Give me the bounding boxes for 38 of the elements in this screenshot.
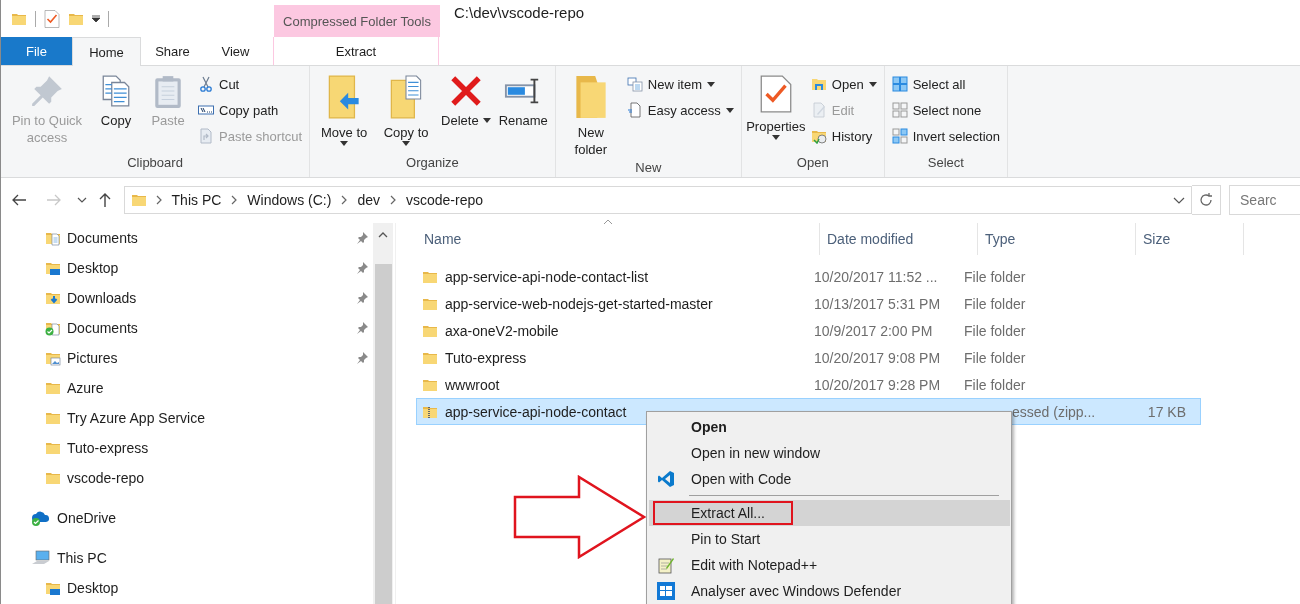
group-label: Open [795,154,830,172]
type-cell-text: File folder [963,376,1027,393]
sidebar-label: Downloads [67,290,138,306]
type-cell-text: essed (zipp... [1011,403,1097,420]
type-cell-text: File folder [963,349,1027,366]
date-cell-text: 10/20/2017 9:08 PM [813,349,942,366]
date-cell-text: 10/20/2017 9:28 PM [813,376,942,393]
file-name: app-service-web-nodejs-get-started-master [445,295,714,312]
sidebar-label: Azure [67,380,105,396]
sidebar-label: vscode-repo [67,470,146,486]
type-cell-text: File folder [963,268,1027,285]
sidebar-label: OneDrive [57,510,118,526]
file-name: Tuto-express [445,349,528,366]
file-name: wwwroot [445,376,501,393]
sidebar-label: Try Azure App Service [67,410,206,426]
file-name: axa-oneV2-mobile [445,322,560,339]
contextual-tab-header: Compressed Folder Tools [274,5,440,37]
group-label: Organize [405,154,460,172]
type-cell-text: File folder [963,295,1027,312]
group-label: Select [926,154,965,172]
sidebar-label: This PC [57,550,108,566]
date-cell-text: 10/9/2017 2:00 PM [813,322,934,339]
type-cell-text: File folder [963,322,1027,339]
highlight-box: Extract All... [653,501,793,525]
size-cell-text: 17 KB [1146,403,1187,420]
file-name: app-service-api-node-contact [445,403,628,420]
sidebar-label: Pictures [67,350,119,366]
file-name: app-service-api-node-contact-list [445,268,650,285]
sidebar-label: Documents [67,230,139,246]
sidebar-label: Documents [67,320,139,336]
group-label: New [634,159,663,177]
group-label: Clipboard [126,154,184,172]
date-cell-text: 10/13/2017 5:31 PM [813,295,942,312]
sidebar-label: Desktop [67,260,120,276]
date-cell-text: 10/20/2017 11:52 ... [813,268,939,285]
sidebar-label: Desktop [67,580,120,596]
window-title: C:\dev\vscode-repo [453,4,585,23]
sidebar-label: Tuto-express [67,440,150,456]
